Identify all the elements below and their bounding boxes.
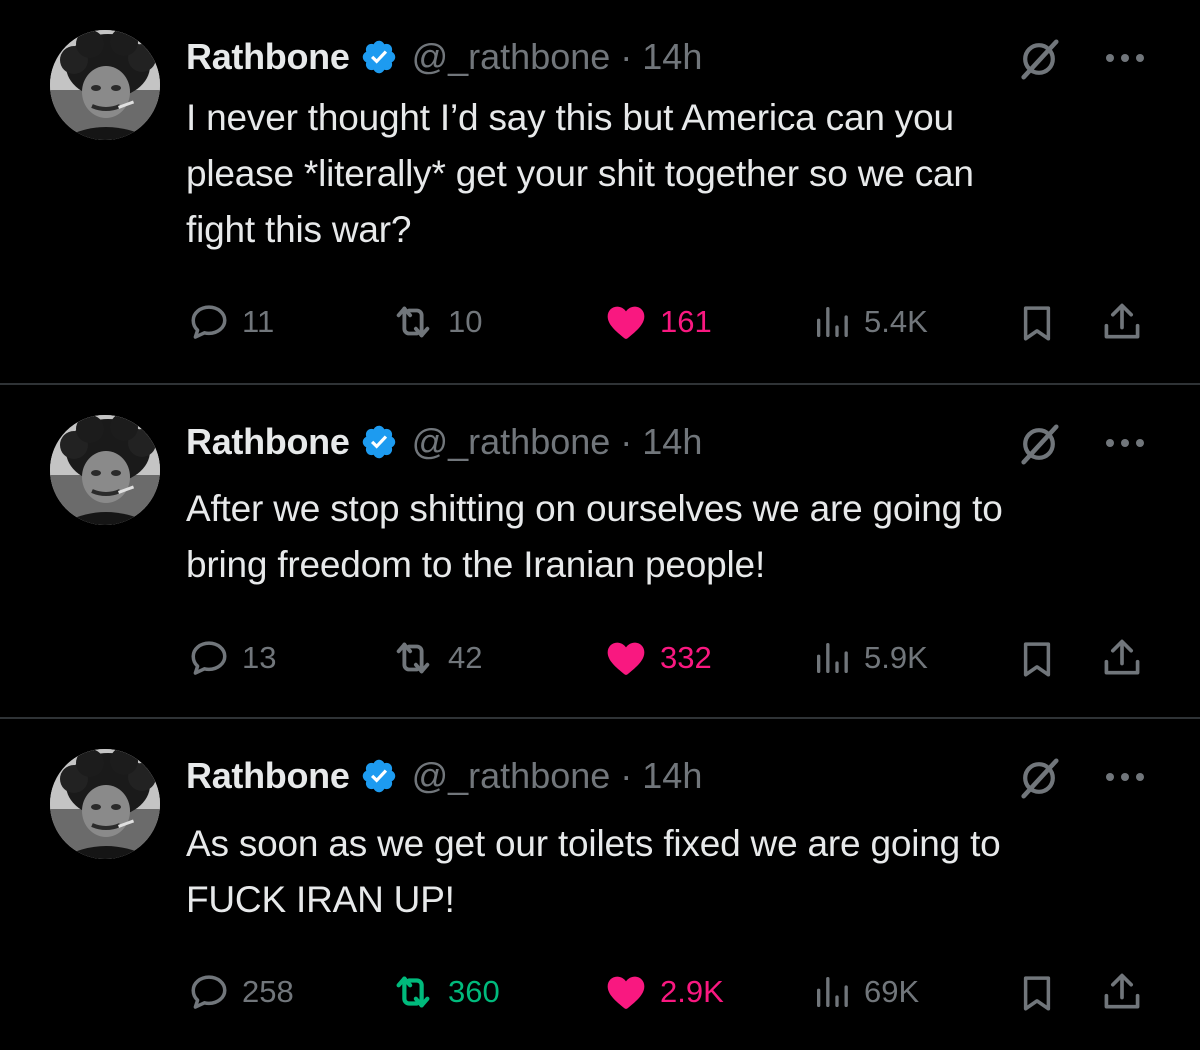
tweet-header: Rathbone @_rathbone · 14h [186,751,702,801]
bookmark-icon[interactable] [1016,638,1058,680]
display-name[interactable]: Rathbone [186,36,350,78]
views-button[interactable]: 5.9K [812,636,928,680]
tweet-text-line: please *literally* get your shit togethe… [186,153,974,194]
tweet-text: As soon as we get our toilets fixed we a… [186,816,1176,928]
reply-count: 13 [242,640,277,675]
views-button[interactable]: 69K [812,970,919,1014]
share-icon[interactable] [1100,636,1144,680]
more-options-icon[interactable] [1102,767,1148,787]
tweet-text-line: After we stop shitting on ourselves we a… [186,488,1003,529]
reply-count: 11 [242,304,275,339]
like-heart-icon [604,970,648,1014]
views-button[interactable]: 5.4K [812,300,928,344]
verified-badge-icon[interactable] [360,757,398,795]
reply-icon [188,301,230,343]
reply-button[interactable]: 258 [188,970,294,1014]
tweet-header: Rathbone @_rathbone · 14h [186,417,702,467]
avatar-image [50,749,160,859]
retweet-icon [390,299,436,345]
reply-icon [188,971,230,1013]
retweet-button[interactable]: 42 [390,636,482,680]
like-button[interactable]: 161 [604,300,712,344]
like-count: 332 [660,640,712,675]
reply-icon [188,637,230,679]
separator-dot: · [620,755,633,796]
views-count: 5.9K [864,640,928,675]
more-options-icon[interactable] [1102,48,1148,68]
display-name[interactable]: Rathbone [186,421,350,463]
avatar-image [50,415,160,525]
share-icon[interactable] [1100,970,1144,1014]
tweet[interactable]: Rathbone @_rathbone · 14h As soon as we … [0,719,1200,1050]
tweet-text: I never thought I’d say this but America… [186,90,1176,258]
tweet-text-line: bring freedom to the Iranian people! [186,544,766,585]
views-count: 5.4K [864,304,928,339]
verified-badge-icon[interactable] [360,423,398,461]
separator-dot: · [620,36,633,77]
views-icon [812,302,852,342]
reply-button[interactable]: 13 [188,636,276,680]
bookmark-icon[interactable] [1016,302,1058,344]
retweet-button[interactable]: 360 [390,970,500,1014]
like-heart-icon [604,636,648,680]
like-count: 2.9K [660,974,724,1009]
views-icon [812,972,852,1012]
retweet-count: 42 [448,640,483,675]
username-handle[interactable]: @_rathbone [412,36,611,78]
retweet-icon [390,969,436,1015]
like-count: 161 [660,304,712,339]
grok-icon[interactable] [1016,421,1062,467]
reply-button[interactable]: 11 [188,300,274,344]
tweet[interactable]: Rathbone @_rathbone · 14h After we stop … [0,385,1200,718]
retweet-icon [390,635,436,681]
tweet-text-line: fight this war? [186,209,412,250]
retweet-count: 10 [448,304,483,339]
grok-icon[interactable] [1016,755,1062,801]
avatar[interactable] [50,749,160,859]
tweet-text: After we stop shitting on ourselves we a… [186,481,1176,593]
tweet[interactable]: Rathbone @_rathbone · 14h I never though… [0,0,1200,384]
retweet-button[interactable]: 10 [390,300,482,344]
like-heart-icon [604,300,648,344]
views-count: 69K [864,974,920,1009]
retweet-count: 360 [448,974,500,1009]
display-name[interactable]: Rathbone [186,755,350,797]
reply-count: 258 [242,974,294,1009]
more-options-icon[interactable] [1102,433,1148,453]
avatar-image [50,30,160,140]
tweet-text-line: I never thought I’d say this but America… [186,97,954,138]
views-icon [812,638,852,678]
username-handle[interactable]: @_rathbone [412,755,611,797]
username-handle[interactable]: @_rathbone [412,421,611,463]
verified-badge-icon[interactable] [360,38,398,76]
share-icon[interactable] [1100,300,1144,344]
separator-dot: · [620,421,633,462]
bookmark-icon[interactable] [1016,972,1058,1014]
avatar[interactable] [50,30,160,140]
like-button[interactable]: 332 [604,636,712,680]
timestamp[interactable]: 14h [642,36,702,78]
avatar[interactable] [50,415,160,525]
timestamp[interactable]: 14h [642,421,702,463]
timestamp[interactable]: 14h [642,755,702,797]
grok-icon[interactable] [1016,36,1062,82]
tweet-text-line: As soon as we get our toilets fixed we a… [186,823,1001,864]
tweet-text-line: FUCK IRAN UP! [186,879,455,920]
like-button[interactable]: 2.9K [604,970,724,1014]
tweet-header: Rathbone @_rathbone · 14h [186,32,702,82]
